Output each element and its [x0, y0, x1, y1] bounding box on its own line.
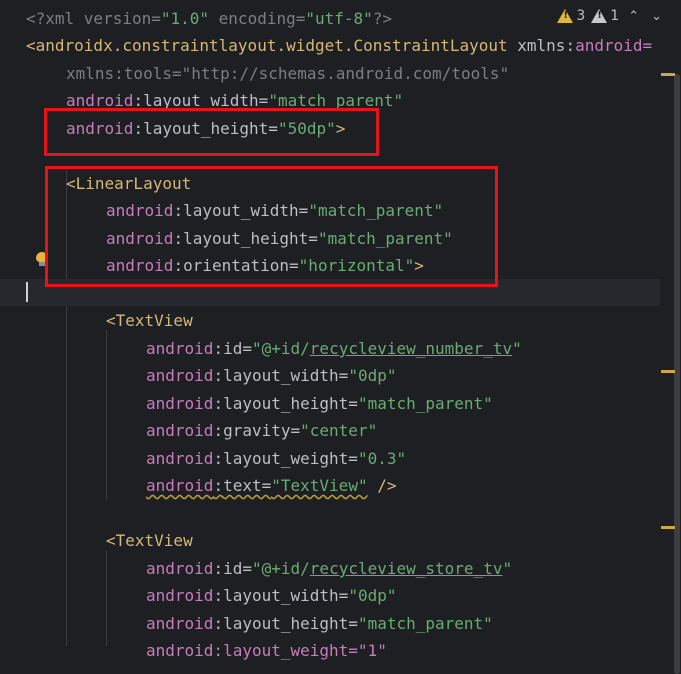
- tools-namespace: xmlns:tools="http://schemas.android.com/…: [66, 64, 510, 83]
- attr-name: layout_height=: [223, 394, 358, 413]
- colon: :: [213, 339, 224, 358]
- warning-marker[interactable]: [661, 526, 675, 529]
- weak-warnings-count[interactable]: 1: [591, 8, 619, 24]
- scrollbar-thumb[interactable]: [674, 74, 680, 674]
- code-line: <TextView: [106, 527, 193, 554]
- namespace: android: [146, 394, 214, 413]
- weak-warnings-count-label: 1: [610, 8, 620, 24]
- code-line: android:layout_weight="0.3": [146, 445, 406, 472]
- namespace: android: [146, 586, 214, 605]
- colon: :: [213, 421, 224, 440]
- attr-name: layout_width=: [223, 366, 349, 385]
- code-line: android:layout_height="match_parent": [146, 390, 493, 417]
- xml-declaration: <?xml version=: [26, 9, 161, 28]
- tag-close: />: [367, 476, 397, 495]
- vertical-scrollbar[interactable]: [673, 30, 681, 674]
- text-caret: [26, 282, 28, 302]
- indent-guide: [106, 330, 107, 500]
- warnings-count[interactable]: 3: [557, 8, 585, 24]
- code-line: <?xml version="1.0" encoding="utf-8"?>: [26, 5, 392, 32]
- colon: :: [213, 614, 224, 633]
- attr-value: "utf-8": [305, 9, 373, 28]
- attr-value: ": [251, 339, 262, 358]
- weak-warning-icon: [591, 9, 608, 23]
- tag-name: <androidx.constraintlayout.widget.Constr…: [26, 36, 508, 55]
- highlight-box-layout-height: [44, 108, 379, 156]
- warning-marker[interactable]: [661, 73, 675, 76]
- chevron-down-icon[interactable]: ⌄: [648, 9, 665, 24]
- tag-name: <TextView: [106, 311, 193, 330]
- attr-name: xmlns:: [507, 36, 576, 55]
- namespace: android: [146, 476, 214, 495]
- attr-value: "0dp": [348, 366, 397, 385]
- attr-value: ": [502, 559, 513, 578]
- attr-value: "0dp": [348, 586, 397, 605]
- tag-name: <TextView: [106, 531, 193, 550]
- resource-id-link[interactable]: recycleview_store_tv: [310, 559, 503, 578]
- attr-name: gravity=: [223, 421, 301, 440]
- namespace: android: [146, 421, 214, 440]
- attr-value: "TextView": [271, 476, 368, 495]
- code-line: android:layout_width="0dp": [146, 362, 396, 389]
- code-line: <androidx.constraintlayout.widget.Constr…: [26, 32, 652, 59]
- attr-value: "center": [300, 421, 378, 440]
- attr-name: encoding=: [209, 9, 306, 28]
- attr-name: layout_height=: [223, 614, 358, 633]
- xml-declaration-end: ?>: [372, 9, 393, 28]
- code-line: android:id="@+id/recycleview_number_tv": [146, 335, 522, 362]
- colon: :: [213, 476, 224, 495]
- namespace: android: [146, 559, 214, 578]
- colon: :: [213, 394, 224, 413]
- colon: :: [213, 449, 224, 468]
- inspections-widget[interactable]: 3 1 ⌃ ⌄: [553, 6, 669, 26]
- colon: :: [213, 586, 224, 605]
- attr-name: text=: [223, 476, 272, 495]
- attr-name: layout_weight=: [223, 449, 358, 468]
- attr-value: "1.0": [160, 9, 210, 28]
- attr-value: @+id/: [261, 559, 310, 578]
- code-line: xmlns:tools="http://schemas.android.com/…: [66, 60, 509, 87]
- attr-value: ": [512, 339, 522, 358]
- resource-id-link[interactable]: recycleview_number_tv: [310, 339, 512, 358]
- colon: :: [213, 366, 224, 385]
- attr-value: "match_parent": [357, 394, 493, 413]
- code-line: android:id="@+id/recycleview_store_tv": [146, 555, 512, 582]
- warning-marker[interactable]: [661, 370, 675, 373]
- namespace: android: [146, 614, 214, 633]
- code-line: android:layout_height="match_parent": [146, 610, 493, 637]
- namespace: android: [146, 449, 214, 468]
- code-line: android:layout_width="0dp": [146, 582, 396, 609]
- namespace: android: [146, 366, 214, 385]
- namespace: android: [146, 339, 214, 358]
- code-line-partial: android:layout_weight="1": [146, 637, 387, 664]
- warning-icon: [557, 9, 574, 23]
- attr-name: id=: [223, 339, 252, 358]
- attr-name: layout_width=: [223, 586, 349, 605]
- namespace: android:layout_weight="1": [146, 641, 387, 660]
- namespace: android=: [575, 36, 653, 55]
- code-line: <TextView: [106, 307, 193, 334]
- colon: :: [213, 559, 224, 578]
- code-line: android:gravity="center": [146, 417, 377, 444]
- attr-value: @+id/: [261, 339, 310, 358]
- attr-value: "match_parent": [357, 614, 493, 633]
- code-line: android:text="TextView" />: [146, 472, 396, 499]
- warnings-count-label: 3: [576, 8, 586, 24]
- highlight-box-linear-layout: [45, 166, 498, 287]
- attr-name: id=: [223, 559, 252, 578]
- indent-guide: [106, 550, 107, 646]
- attr-value: ": [251, 559, 262, 578]
- chevron-up-icon[interactable]: ⌃: [625, 9, 642, 24]
- attr-value: "0.3": [357, 449, 407, 468]
